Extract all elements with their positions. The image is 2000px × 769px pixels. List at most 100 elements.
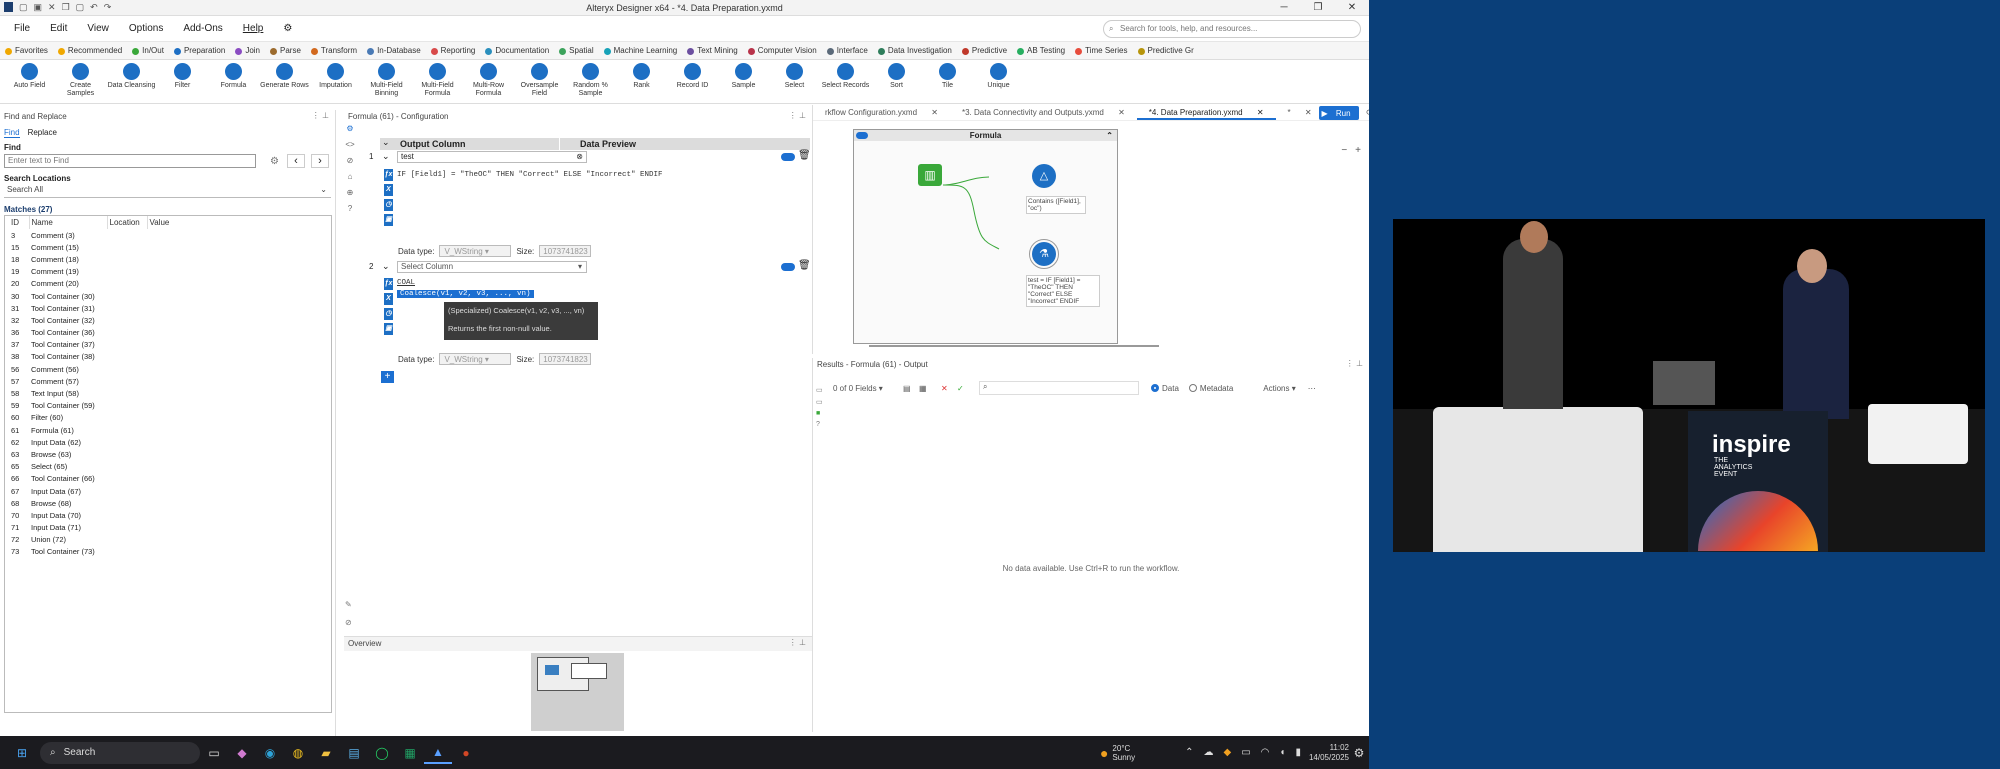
- tool-rank[interactable]: Rank: [616, 60, 667, 103]
- workflow-canvas[interactable]: rkflow Configuration.yxmd ✕ *3. Data Con…: [812, 105, 1369, 354]
- close-window-button[interactable]: ✕: [1335, 0, 1369, 16]
- row1-x-icon[interactable]: X: [384, 184, 393, 196]
- config-tag-icon[interactable]: ⌂: [344, 172, 356, 188]
- onedrive-icon[interactable]: ☁: [1204, 747, 1214, 758]
- results-side-icon-2[interactable]: ▭: [816, 398, 825, 406]
- category-tab-join[interactable]: Join: [230, 42, 265, 59]
- notepad-icon[interactable]: ▤: [340, 742, 368, 764]
- row1-expression[interactable]: IF [Field1] = "TheOC" THEN "Correct" ELS…: [397, 171, 663, 179]
- minimize-button[interactable]: ─: [1267, 0, 1301, 16]
- table-row[interactable]: 36 Tool Container (36): [9, 327, 207, 339]
- table-row[interactable]: 3 Comment (3): [9, 229, 207, 241]
- results-side-icon-1[interactable]: ▭: [816, 386, 825, 394]
- run-button[interactable]: ▶ Run: [1319, 106, 1359, 120]
- doc-tab-2[interactable]: *3. Data Connectivity and Outputs.yxmd ✕: [950, 105, 1137, 120]
- row1-fx-icon[interactable]: ƒx: [384, 169, 393, 181]
- table-row[interactable]: 57 Comment (57): [9, 375, 207, 387]
- collapse-container-icon[interactable]: ⌃: [1106, 130, 1113, 141]
- menu-view[interactable]: View: [77, 16, 119, 42]
- metadata-radio[interactable]: Metadata: [1188, 384, 1233, 393]
- overview-minimap[interactable]: [531, 653, 624, 731]
- whatsapp-icon[interactable]: ◯: [368, 742, 396, 764]
- excel-icon[interactable]: ▦: [396, 742, 424, 764]
- clock[interactable]: 11:02 14/05/2025: [1309, 743, 1349, 763]
- tray-app-icon[interactable]: ◆: [1224, 747, 1232, 758]
- data-radio[interactable]: Data: [1151, 384, 1179, 393]
- tool-oversample-field[interactable]: Oversample Field: [514, 60, 565, 103]
- category-tab-time-series[interactable]: Time Series: [1070, 42, 1132, 59]
- row1-datatype-select[interactable]: V_WString ▾: [439, 245, 512, 257]
- table-row[interactable]: 63 Browse (63): [9, 448, 207, 460]
- powerpoint-icon[interactable]: ●: [452, 742, 480, 764]
- table-row[interactable]: 18 Comment (18): [9, 253, 207, 265]
- row2-output-select[interactable]: Select Column ▾: [397, 261, 587, 273]
- doc-tab-1[interactable]: rkflow Configuration.yxmd ✕: [813, 105, 950, 120]
- search-locations-select[interactable]: Search All ⌄: [4, 184, 331, 198]
- zoom-out-button[interactable]: −: [1341, 145, 1347, 156]
- category-tab-recommended[interactable]: Recommended: [53, 42, 127, 59]
- row2-expression-line1[interactable]: COAL: [397, 279, 415, 287]
- table-row[interactable]: 72 Union (72): [9, 534, 207, 546]
- fields-selector[interactable]: 0 of 0 Fields ▾: [833, 384, 903, 393]
- table-row[interactable]: 62 Input Data (62): [9, 436, 207, 448]
- table-row[interactable]: 61 Formula (61): [9, 424, 207, 436]
- volume-icon[interactable]: ◖: [1279, 747, 1285, 758]
- actions-menu[interactable]: Actions ▾: [1263, 384, 1295, 393]
- file-explorer-icon[interactable]: ▰: [312, 742, 340, 764]
- table-row[interactable]: 31 Tool Container (31): [9, 302, 207, 314]
- row2-save-icon[interactable]: ▣: [384, 323, 393, 335]
- refresh-icon[interactable]: ⟳: [1360, 105, 1369, 120]
- col-name[interactable]: Name: [29, 216, 108, 229]
- config-settings-icon[interactable]: ⚙: [344, 124, 356, 140]
- table-row[interactable]: 73 Tool Container (73): [9, 546, 207, 558]
- find-previous-button[interactable]: ‹: [286, 154, 305, 168]
- close-tab-icon[interactable]: ✕: [925, 108, 944, 117]
- config-code-icon[interactable]: <>: [344, 140, 356, 156]
- edge-icon[interactable]: ◉: [256, 742, 284, 764]
- row2-size-input[interactable]: 1073741823: [539, 353, 592, 365]
- formula-tool[interactable]: ⚗: [1029, 239, 1059, 269]
- tool-container[interactable]: Formula ⌃ ▥ △ Contains ([Field1], "oc") …: [853, 129, 1118, 344]
- category-tab-favorites[interactable]: Favorites: [0, 42, 53, 59]
- config-meta-icon[interactable]: ⊕: [344, 188, 356, 204]
- category-tab-in-out[interactable]: In/Out: [127, 42, 169, 59]
- tool-multi-field-formula[interactable]: Multi-Field Formula: [412, 60, 463, 103]
- category-tab-transform[interactable]: Transform: [306, 42, 362, 59]
- table-row[interactable]: 19 Comment (19): [9, 266, 207, 278]
- row2-history-icon[interactable]: ◷: [384, 308, 393, 320]
- tool-unique[interactable]: Unique: [973, 60, 1024, 103]
- row2-expression-autocomplete[interactable]: Coalesce(v1, v2, v3, ..., vn): [397, 290, 534, 298]
- clear-field-icon[interactable]: ⊗: [576, 152, 583, 162]
- table-row[interactable]: 58 Text Input (58): [9, 387, 207, 399]
- tray-chevron-icon[interactable]: ⌃: [1185, 747, 1193, 758]
- pin-icon[interactable]: ⋮ ⊥: [312, 111, 329, 120]
- tool-data-cleansing[interactable]: Data Cleansing: [106, 60, 157, 103]
- table-row[interactable]: 56 Comment (56): [9, 363, 207, 375]
- tool-sort[interactable]: Sort: [871, 60, 922, 103]
- table-row[interactable]: 20 Comment (20): [9, 278, 207, 290]
- category-tab-preparation[interactable]: Preparation: [169, 42, 230, 59]
- category-tab-spatial[interactable]: Spatial: [554, 42, 598, 59]
- collapse-row1-icon[interactable]: ⌄: [382, 137, 390, 148]
- tool-generate-rows[interactable]: Generate Rows: [259, 60, 310, 103]
- row2-toggle[interactable]: [781, 263, 795, 271]
- overview-pin-icon[interactable]: ⋮ ⊥: [789, 638, 806, 647]
- col-value[interactable]: Value: [147, 216, 207, 229]
- weather-widget[interactable]: ● 20°C Sunny: [1100, 744, 1135, 762]
- tool-multi-field-binning[interactable]: Multi-Field Binning: [361, 60, 412, 103]
- filter-tool[interactable]: △: [1032, 164, 1056, 188]
- alteryx-taskbar-icon[interactable]: ▲: [424, 742, 452, 764]
- category-tab-in-database[interactable]: In-Database: [362, 42, 426, 59]
- row1-history-icon[interactable]: ◷: [384, 199, 393, 211]
- row1-size-input[interactable]: 1073741823: [539, 245, 592, 257]
- table-row[interactable]: 66 Tool Container (66): [9, 473, 207, 485]
- close-tab-icon[interactable]: ✕: [1251, 108, 1270, 117]
- category-tab-predictive[interactable]: Predictive: [957, 42, 1012, 59]
- table-row[interactable]: 15 Comment (15): [9, 241, 207, 253]
- input-data-tool[interactable]: ▥: [918, 164, 942, 186]
- category-tab-text-mining[interactable]: Text Mining: [682, 42, 742, 59]
- table-row[interactable]: 38 Tool Container (38): [9, 351, 207, 363]
- results-side-icon-4[interactable]: ?: [816, 421, 825, 428]
- results-table-icon[interactable]: ▤: [903, 384, 919, 393]
- tool-random-sample[interactable]: Random % Sample: [565, 60, 616, 103]
